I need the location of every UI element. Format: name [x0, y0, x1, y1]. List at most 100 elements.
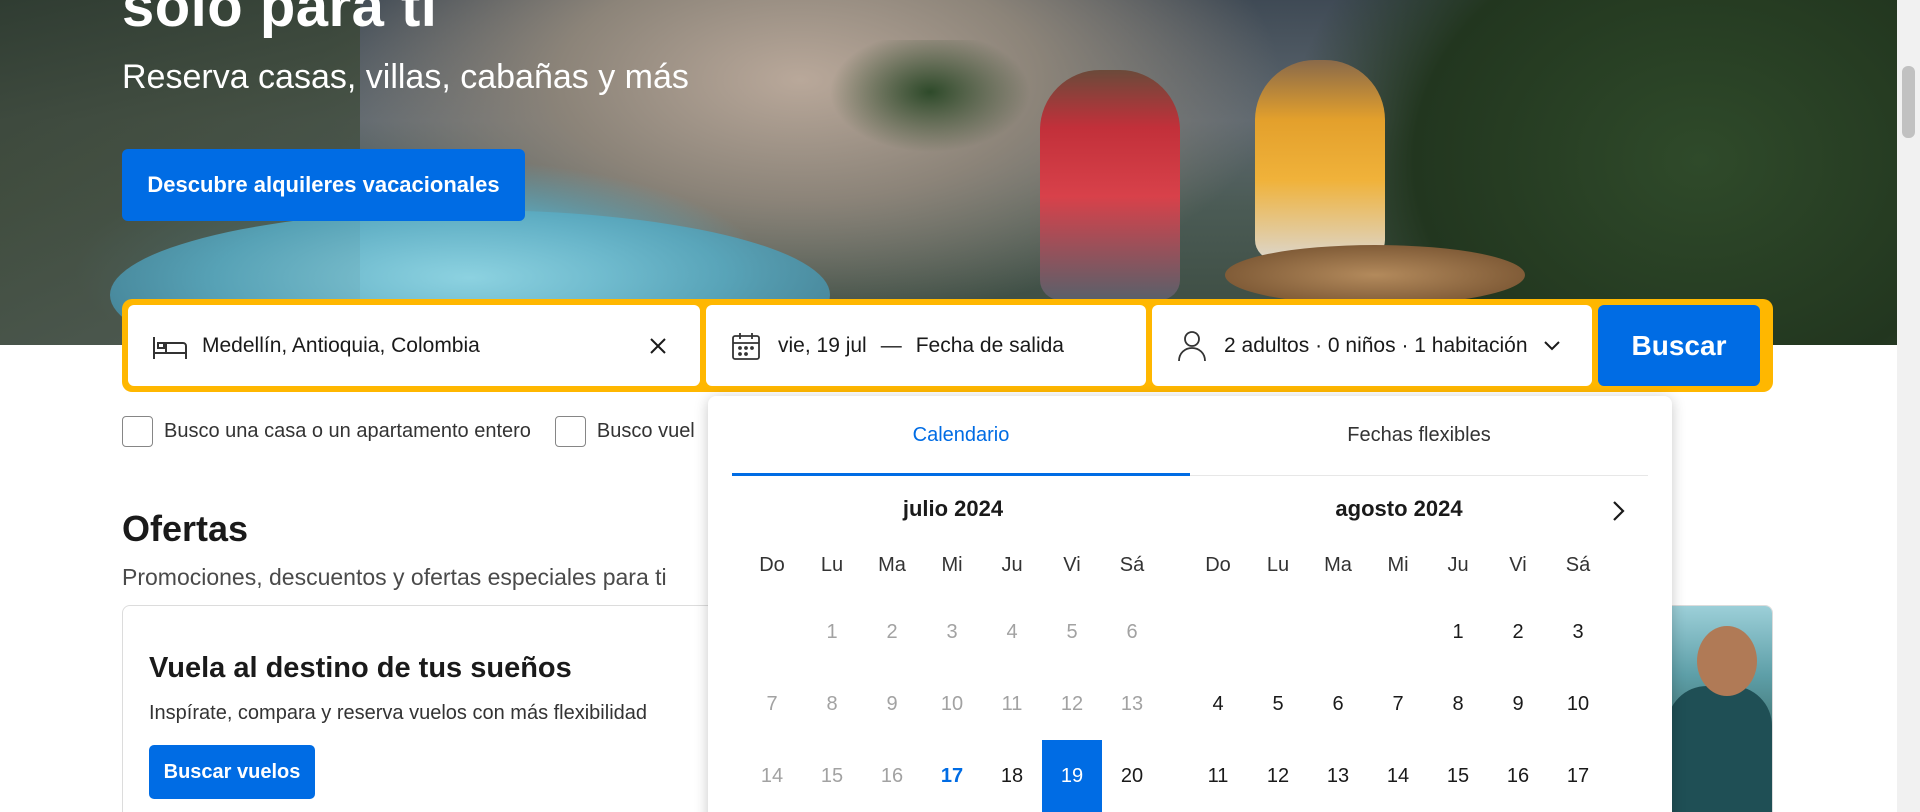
- offer-card-title: Vuela al destino de tus sueños: [149, 652, 572, 684]
- offer-card-text: Inspírate, compara y reserva vuelos con …: [149, 702, 648, 724]
- calendar-day[interactable]: 9: [1488, 668, 1548, 740]
- calendar-day[interactable]: 11: [982, 668, 1042, 740]
- calendar-day[interactable]: 12: [1042, 668, 1102, 740]
- calendar-day[interactable]: 1: [1428, 596, 1488, 668]
- weekday-label: Vi: [1063, 554, 1081, 576]
- entire-home-checkbox[interactable]: [122, 416, 153, 447]
- offer-image-face: [1697, 626, 1757, 696]
- weekday-label: Ma: [878, 554, 906, 576]
- weekday-label: Ma: [1324, 554, 1352, 576]
- calendar-day[interactable]: 1: [802, 596, 862, 668]
- calendar-day[interactable]: 14: [742, 740, 802, 812]
- weekday-label: Ju: [1447, 554, 1469, 576]
- destination-value: Medellín, Antioquia, Colombia: [202, 333, 480, 357]
- calendar-day[interactable]: 9: [862, 668, 922, 740]
- offers-subtitle: Promociones, descuentos y ofertas especi…: [122, 564, 667, 590]
- search-flights-button[interactable]: Buscar vuelos: [149, 745, 315, 799]
- calendar-empty-cell: [742, 596, 802, 668]
- date-separator: —: [880, 333, 902, 357]
- checkin-date: vie, 19 jul: [778, 333, 867, 357]
- close-icon[interactable]: [640, 328, 676, 364]
- destination-field[interactable]: Medellín, Antioquia, Colombia: [128, 305, 700, 386]
- calendar-day[interactable]: 5: [1042, 596, 1102, 668]
- calendar-day-selected[interactable]: 19: [1042, 740, 1102, 812]
- hero-image-person: [1040, 70, 1180, 300]
- weekday-label: Lu: [820, 554, 844, 576]
- person-icon: [1174, 328, 1210, 364]
- weekday-label: Sá: [1119, 554, 1145, 576]
- calendar-day[interactable]: 12: [1248, 740, 1308, 812]
- hero-image-person: [1255, 60, 1385, 260]
- weekday-label: Sá: [1565, 554, 1591, 576]
- offer-image-person: [1667, 686, 1772, 812]
- calendar-day[interactable]: 2: [862, 596, 922, 668]
- flights-label[interactable]: Busco vuel: [597, 420, 695, 443]
- chevron-right-icon[interactable]: [1604, 496, 1634, 526]
- calendar-day[interactable]: 15: [1428, 740, 1488, 812]
- calendar-day[interactable]: 6: [1308, 668, 1368, 740]
- calendar-day[interactable]: 11: [1188, 740, 1248, 812]
- guests-value: 2 adultos · 0 niños · 1 habitación: [1224, 333, 1528, 357]
- month-title: agosto 2024: [1335, 496, 1463, 521]
- guests-field[interactable]: 2 adultos · 0 niños · 1 habitación: [1152, 305, 1592, 386]
- weekday-header: Do Lu Ma Mi Ju Vi Sá: [1188, 554, 1610, 584]
- dates-field[interactable]: vie, 19 jul — Fecha de salida: [706, 305, 1146, 386]
- chevron-down-icon[interactable]: [1534, 328, 1570, 364]
- calendar-icon: [728, 328, 764, 364]
- month-july: julio 2024 Do Lu Ma Mi Ju Vi Sá 12345678…: [742, 496, 1164, 812]
- calendar-empty-cell: [1248, 596, 1308, 668]
- flights-checkbox[interactable]: [554, 416, 586, 447]
- calendar-day[interactable]: 7: [1368, 668, 1428, 740]
- offer-card-image: [1657, 606, 1772, 812]
- calendar-day[interactable]: 10: [1548, 668, 1608, 740]
- calendar-day[interactable]: 5: [1248, 668, 1308, 740]
- date-picker-tabs: Calendario Fechas flexibles: [732, 396, 1648, 476]
- weekday-label: Mi: [1387, 554, 1409, 576]
- hero-subtitle: Reserva casas, villas, cabañas y más: [122, 58, 689, 96]
- tab-calendar[interactable]: Calendario: [732, 396, 1190, 476]
- calendar-empty-cell: [1308, 596, 1368, 668]
- month-title: julio 2024: [902, 496, 1004, 521]
- calendar-day[interactable]: 8: [1428, 668, 1488, 740]
- calendar-day[interactable]: 6: [1102, 596, 1162, 668]
- calendar-day[interactable]: 18: [982, 740, 1042, 812]
- weekday-label: Lu: [1266, 554, 1290, 576]
- hero-banner: solo para ti Reserva casas, villas, caba…: [0, 0, 1897, 345]
- calendar-day[interactable]: 4: [982, 596, 1042, 668]
- search-filters: Busco una casa o un apartamento entero B…: [122, 416, 719, 447]
- calendar-day[interactable]: 16: [1488, 740, 1548, 812]
- tab-flexible-dates[interactable]: Fechas flexibles: [1190, 396, 1648, 475]
- entire-home-label[interactable]: Busco una casa o un apartamento entero: [164, 420, 531, 443]
- weekday-label: Ju: [1001, 554, 1023, 576]
- day-grid: 1 2 3 4 5 6 7 8 9 10 11 12 13 14 15 16 17 18 19 20: [742, 596, 1164, 812]
- calendar-day[interactable]: 10: [922, 668, 982, 740]
- calendar-day[interactable]: 2: [1488, 596, 1548, 668]
- discover-rentals-button[interactable]: Descubre alquileres vacacionales: [122, 149, 525, 221]
- calendar-day[interactable]: 3: [1548, 596, 1608, 668]
- search-button[interactable]: Buscar: [1598, 305, 1760, 386]
- page-scrollbar[interactable]: [1897, 0, 1920, 812]
- calendar-day[interactable]: 14: [1368, 740, 1428, 812]
- hero-image-palm: [830, 40, 1030, 300]
- calendar-day[interactable]: 20: [1102, 740, 1162, 812]
- checkout-date: Fecha de salida: [915, 333, 1064, 357]
- weekday-label: Do: [759, 554, 785, 576]
- calendar-day[interactable]: 4: [1188, 668, 1248, 740]
- hero-image-table: [1225, 245, 1525, 305]
- calendar-day[interactable]: 13: [1308, 740, 1368, 812]
- calendar-empty-cell: [1188, 596, 1248, 668]
- calendar-day[interactable]: 17: [922, 740, 982, 812]
- weekday-label: Do: [1205, 554, 1231, 576]
- calendar-day[interactable]: 3: [922, 596, 982, 668]
- calendar-day[interactable]: 13: [1102, 668, 1162, 740]
- calendar-day[interactable]: 7: [742, 668, 802, 740]
- calendar-day[interactable]: 15: [802, 740, 862, 812]
- calendar-day[interactable]: 8: [802, 668, 862, 740]
- hero-title: solo para ti: [122, 0, 438, 39]
- weekday-header: Do Lu Ma Mi Ju Vi Sá: [742, 554, 1164, 584]
- calendar-day[interactable]: 17: [1548, 740, 1608, 812]
- calendar-day[interactable]: 16: [862, 740, 922, 812]
- offers-title: Ofertas: [122, 508, 249, 549]
- month-august: agosto 2024 Do Lu Ma Mi Ju Vi Sá 1234567…: [1188, 496, 1610, 812]
- scrollbar-thumb[interactable]: [1902, 66, 1915, 138]
